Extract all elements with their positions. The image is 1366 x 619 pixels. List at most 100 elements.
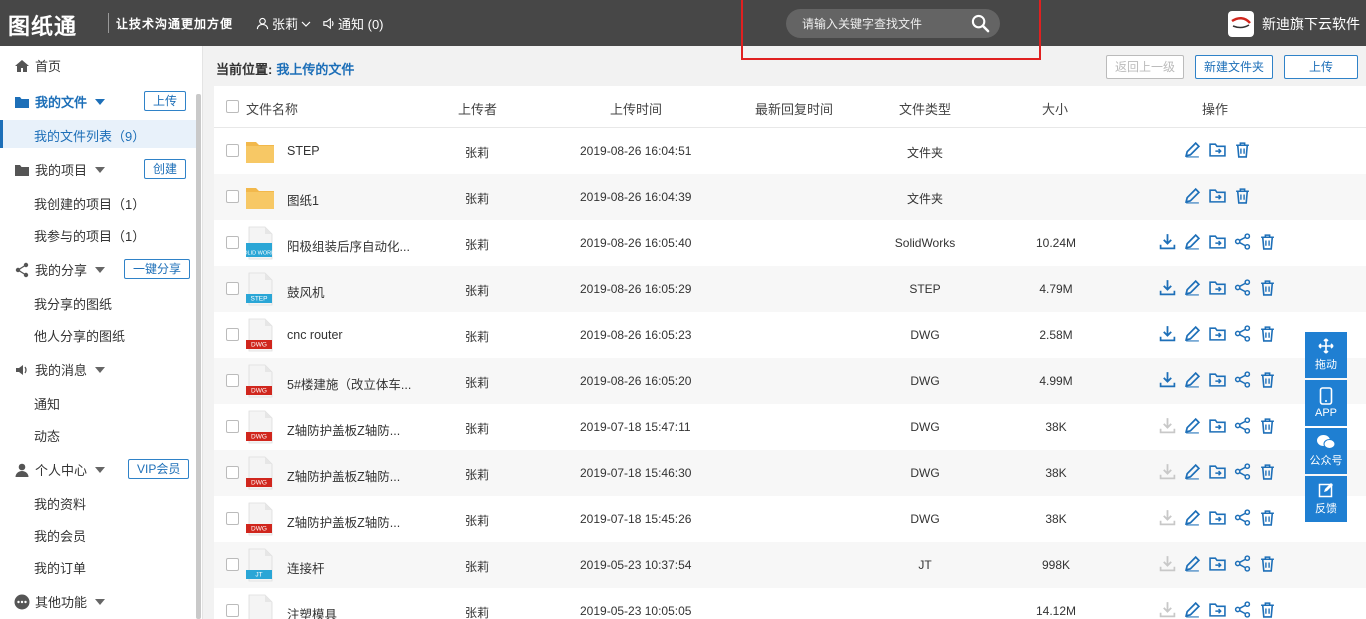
col-name[interactable]: 文件名称	[246, 99, 298, 118]
table-row[interactable]: DWG Z轴防护盖板Z轴防... 张莉 2019-07-18 15:45:26 DWG 3…	[214, 496, 1366, 542]
delete-icon[interactable]	[1259, 371, 1276, 388]
edit-icon[interactable]	[1184, 555, 1201, 572]
table-row[interactable]: DWG Z轴防护盖板Z轴防... 张莉 2019-07-18 15:46:30 DWG 3…	[214, 450, 1366, 496]
table-row[interactable]: DWG 5#楼建施（改立体车... 张莉 2019-08-26 16:05:20 DWG…	[214, 358, 1366, 404]
file-name[interactable]: 鼓风机	[287, 282, 325, 301]
sidebar-item-shared-by-me[interactable]: 我分享的图纸	[34, 294, 112, 313]
sidebar-item-my-orders[interactable]: 我的订单	[34, 558, 86, 577]
share-icon[interactable]	[1234, 233, 1251, 250]
row-checkbox[interactable]	[226, 420, 239, 433]
table-row[interactable]: JT 连接杆 张莉 2019-05-23 10:37:54 JT 998K	[214, 542, 1366, 588]
back-button[interactable]: 返回上一级	[1106, 55, 1184, 79]
edit-icon[interactable]	[1184, 187, 1201, 204]
move-icon[interactable]	[1209, 417, 1226, 434]
row-checkbox[interactable]	[226, 374, 239, 387]
row-checkbox[interactable]	[226, 512, 239, 525]
table-row[interactable]: 注塑模具 张莉 2019-05-23 10:05:05 14.12M	[214, 588, 1366, 619]
edit-icon[interactable]	[1184, 417, 1201, 434]
user-menu[interactable]: 张莉	[256, 14, 311, 33]
row-checkbox[interactable]	[226, 282, 239, 295]
move-icon[interactable]	[1209, 463, 1226, 480]
col-reply-time[interactable]: 最新回复时间	[755, 99, 833, 118]
move-icon[interactable]	[1209, 509, 1226, 526]
delete-icon[interactable]	[1259, 325, 1276, 342]
select-all-checkbox[interactable]	[226, 100, 239, 113]
search-icon[interactable]	[971, 14, 990, 33]
row-checkbox[interactable]	[226, 190, 239, 203]
file-name[interactable]: STEP	[287, 144, 320, 158]
table-row[interactable]: SOLID WORKS 阳极组装后序自动化... 张莉 2019-08-26 16:0…	[214, 220, 1366, 266]
download-icon[interactable]	[1159, 371, 1176, 388]
col-type[interactable]: 文件类型	[899, 99, 951, 118]
brand-area[interactable]: 新迪旗下云软件	[1228, 11, 1360, 37]
delete-icon[interactable]	[1259, 279, 1276, 296]
file-name[interactable]: cnc router	[287, 328, 343, 342]
sidebar-item-my-projects[interactable]: 我的项目	[14, 160, 106, 179]
file-name[interactable]: Z轴防护盖板Z轴防...	[287, 512, 400, 531]
row-checkbox[interactable]	[226, 236, 239, 249]
edit-icon[interactable]	[1184, 279, 1201, 296]
download-icon[interactable]	[1159, 325, 1176, 342]
sidebar-item-shared-by-others[interactable]: 他人分享的图纸	[34, 326, 125, 345]
sidebar-item-personal[interactable]: 个人中心	[14, 460, 106, 479]
delete-icon[interactable]	[1259, 417, 1276, 434]
edit-icon[interactable]	[1184, 463, 1201, 480]
delete-icon[interactable]	[1259, 463, 1276, 480]
sidebar-item-my-messages[interactable]: 我的消息	[14, 360, 106, 379]
new-folder-button[interactable]: 新建文件夹	[1195, 55, 1273, 79]
move-icon[interactable]	[1209, 141, 1226, 158]
sidebar-item-notice[interactable]: 通知	[34, 394, 60, 413]
table-row[interactable]: DWG Z轴防护盖板Z轴防... 张莉 2019-07-18 15:47:11 DWG 3…	[214, 404, 1366, 450]
sidebar-item-my-membership[interactable]: 我的会员	[34, 526, 86, 545]
edit-icon[interactable]	[1184, 325, 1201, 342]
move-icon[interactable]	[1209, 187, 1226, 204]
sidebar-item-created-projects[interactable]: 我创建的项目（1）	[34, 194, 145, 213]
download-icon[interactable]	[1159, 601, 1176, 618]
edit-icon[interactable]	[1184, 371, 1201, 388]
search-input[interactable]	[802, 15, 962, 33]
col-uploader[interactable]: 上传者	[458, 99, 497, 118]
download-icon[interactable]	[1159, 417, 1176, 434]
move-icon[interactable]	[1209, 325, 1226, 342]
move-icon[interactable]	[1209, 371, 1226, 388]
file-name[interactable]: 5#楼建施（改立体车...	[287, 374, 411, 393]
row-checkbox[interactable]	[226, 466, 239, 479]
wechat-button[interactable]: 公众号	[1305, 428, 1347, 474]
move-icon[interactable]	[1209, 601, 1226, 618]
sidebar-item-my-profile[interactable]: 我的资料	[34, 494, 86, 513]
sidebar-item-activity[interactable]: 动态	[34, 426, 60, 445]
delete-icon[interactable]	[1259, 233, 1276, 250]
drag-button[interactable]: 拖动	[1305, 332, 1347, 378]
feedback-button[interactable]: 反馈	[1305, 476, 1347, 522]
sidebar-create-button[interactable]: 创建	[144, 159, 187, 179]
sidebar-vip-button[interactable]: VIP会员	[128, 459, 190, 479]
delete-icon[interactable]	[1259, 509, 1276, 526]
download-icon[interactable]	[1159, 279, 1176, 296]
app-logo[interactable]: 图纸通	[8, 9, 77, 41]
edit-icon[interactable]	[1184, 141, 1201, 158]
sidebar-share-button[interactable]: 一键分享	[124, 259, 191, 279]
sidebar-item-joined-projects[interactable]: 我参与的项目（1）	[34, 226, 145, 245]
sidebar-item-home[interactable]: 首页	[14, 56, 61, 75]
share-icon[interactable]	[1234, 371, 1251, 388]
download-icon[interactable]	[1159, 509, 1176, 526]
edit-icon[interactable]	[1184, 233, 1201, 250]
col-size[interactable]: 大小	[1042, 99, 1068, 118]
sidebar-item-more[interactable]: 其他功能	[14, 592, 106, 611]
file-name[interactable]: 注塑模具	[287, 604, 337, 619]
sidebar-item-my-shares[interactable]: 我的分享	[14, 260, 106, 279]
delete-icon[interactable]	[1259, 601, 1276, 618]
table-row[interactable]: STEP 张莉 2019-08-26 16:04:51 文件夹	[214, 128, 1366, 174]
edit-icon[interactable]	[1184, 601, 1201, 618]
notice-link[interactable]: 通知 (0)	[322, 14, 384, 33]
breadcrumb-current[interactable]: 我上传的文件	[276, 62, 354, 77]
edit-icon[interactable]	[1184, 509, 1201, 526]
move-icon[interactable]	[1209, 555, 1226, 572]
table-row[interactable]: 图纸1 张莉 2019-08-26 16:04:39 文件夹	[214, 174, 1366, 220]
move-icon[interactable]	[1209, 279, 1226, 296]
sidebar-scrollbar[interactable]	[196, 94, 201, 619]
upload-button[interactable]: 上传	[1284, 55, 1358, 79]
row-checkbox[interactable]	[226, 328, 239, 341]
file-name[interactable]: 连接杆	[287, 558, 325, 577]
sidebar-upload-button[interactable]: 上传	[144, 91, 187, 111]
